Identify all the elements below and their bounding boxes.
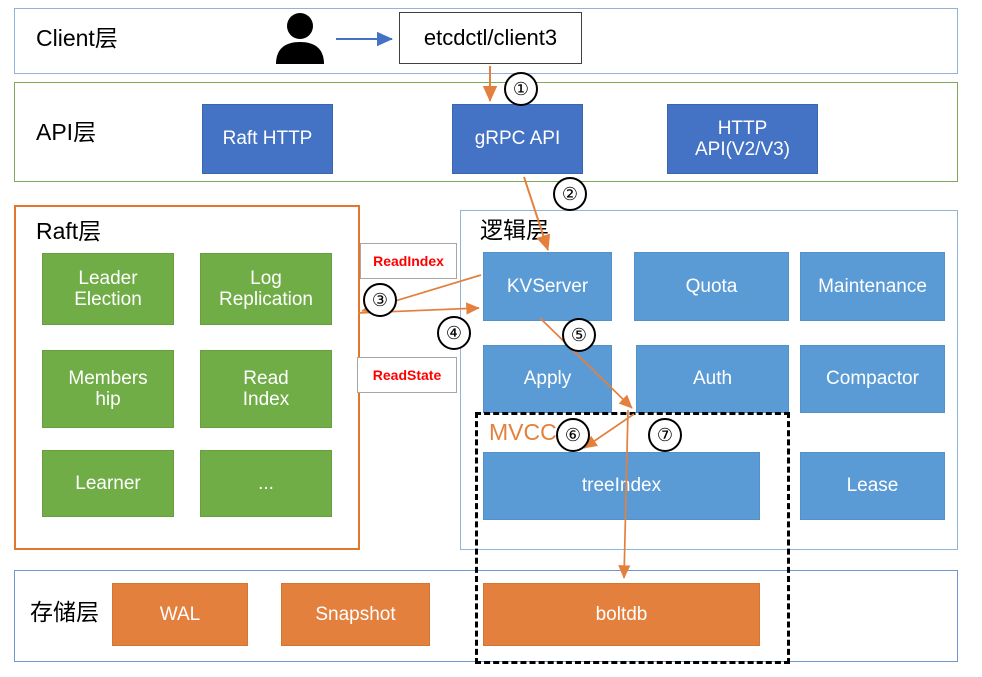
layer-storage-title: 存储层 (30, 599, 99, 625)
raft-box-more-label: ... (258, 472, 274, 494)
logic-box-compactor: Compactor (800, 345, 945, 413)
logic-box-kvserver: KVServer (483, 252, 612, 321)
etcd-architecture-diagram: Client层 etcdctl/client3 API层 Raft HTTP g… (0, 0, 982, 677)
storage-box-snapshot: Snapshot (281, 583, 430, 646)
logic-box-lease-label: Lease (846, 475, 899, 497)
layer-logic-title: 逻辑层 (480, 217, 549, 243)
raft-box-log-replication-label: Log Replication (219, 267, 313, 310)
logic-box-apply: Apply (483, 345, 612, 413)
api-box-raft-http-label: Raft HTTP (222, 128, 313, 150)
step-marker-7: ⑦ (648, 418, 682, 452)
storage-box-wal-label: WAL (159, 603, 201, 625)
api-box-grpc-api: gRPC API (452, 104, 583, 174)
logic-box-treeindex: treeIndex (483, 452, 760, 520)
raft-box-leader-election-label: Leader Election (74, 267, 142, 310)
storage-box-wal: WAL (112, 583, 248, 646)
logic-box-maintenance-label: Maintenance (818, 275, 927, 297)
logic-box-auth: Auth (636, 345, 789, 413)
logic-box-maintenance: Maintenance (800, 252, 945, 321)
api-box-grpc-api-label: gRPC API (474, 128, 561, 150)
tag-read-state: ReadState (357, 357, 457, 393)
logic-box-kvserver-label: KVServer (506, 275, 589, 297)
raft-box-learner-label: Learner (75, 472, 141, 494)
raft-box-read-index-label: Read Index (242, 367, 290, 410)
api-box-raft-http: Raft HTTP (202, 104, 333, 174)
user-icon (272, 12, 328, 64)
step-marker-5: ⑤ (562, 318, 596, 352)
raft-box-learner: Learner (42, 450, 174, 517)
step-marker-6: ⑥ (556, 418, 590, 452)
api-box-http-api-label: HTTP API(V2/V3) (694, 117, 791, 160)
tag-read-state-label: ReadState (372, 367, 442, 383)
step-marker-3: ③ (363, 283, 397, 317)
logic-box-apply-label: Apply (523, 368, 572, 390)
raft-box-membership-label: Members hip (68, 367, 148, 410)
logic-box-treeindex-label: treeIndex (581, 475, 662, 497)
logic-box-quota-label: Quota (685, 275, 738, 297)
api-box-http-api: HTTP API(V2/V3) (667, 104, 818, 174)
storage-box-snapshot-label: Snapshot (315, 603, 396, 625)
client-tool-box: etcdctl/client3 (399, 12, 582, 64)
logic-box-lease: Lease (800, 452, 945, 520)
storage-box-boltdb: boltdb (483, 583, 760, 646)
layer-client-title: Client层 (36, 25, 118, 51)
mvcc-label: MVCC (489, 419, 557, 445)
tag-read-index: ReadIndex (360, 243, 457, 279)
raft-box-more: ... (200, 450, 332, 517)
raft-box-leader-election: Leader Election (42, 253, 174, 325)
step-marker-2: ② (553, 177, 587, 211)
storage-box-boltdb-label: boltdb (595, 603, 648, 625)
layer-raft-title: Raft层 (36, 218, 102, 244)
logic-box-compactor-label: Compactor (826, 368, 919, 390)
raft-box-membership: Members hip (42, 350, 174, 428)
step-marker-1: ① (504, 72, 538, 106)
step-marker-4: ④ (437, 316, 471, 350)
logic-box-quota: Quota (634, 252, 789, 321)
logic-box-auth-label: Auth (692, 368, 733, 390)
tag-read-index-label: ReadIndex (373, 253, 444, 269)
raft-box-read-index: Read Index (200, 350, 332, 428)
layer-api-title: API层 (36, 119, 97, 145)
raft-box-log-replication: Log Replication (200, 253, 332, 325)
